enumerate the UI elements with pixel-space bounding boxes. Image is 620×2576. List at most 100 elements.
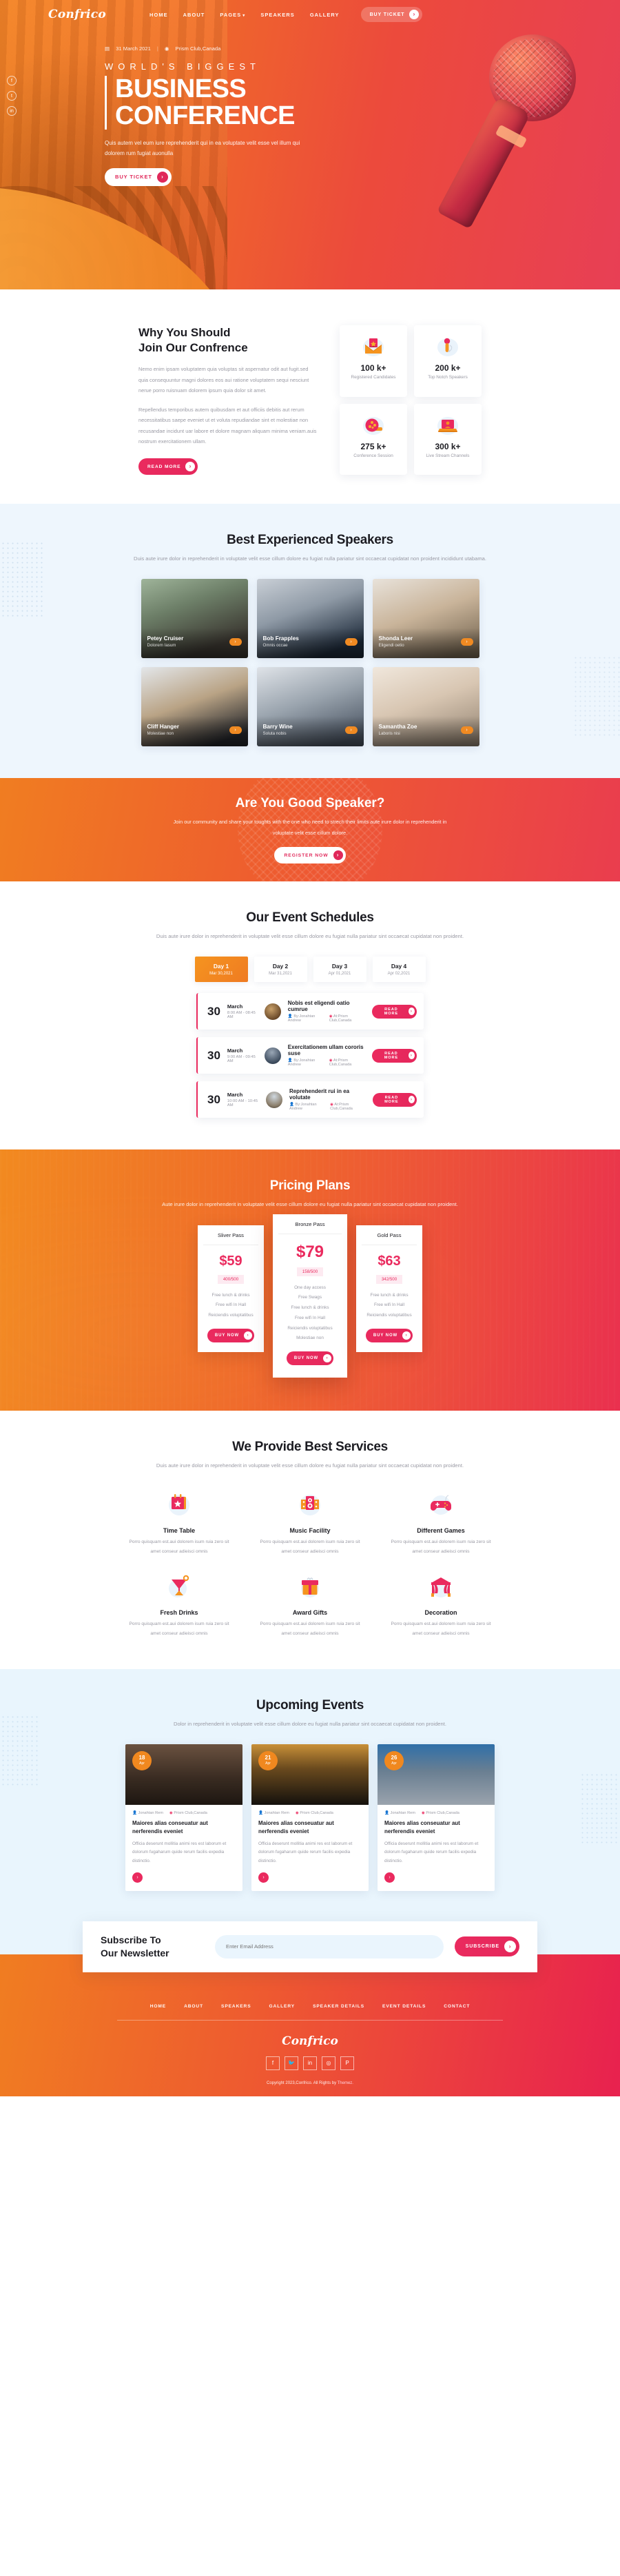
speaker-role: Omnis occae [262, 643, 288, 648]
schedule-session-title: Nobis est eligendi oatio cumrue [287, 1000, 350, 1013]
twitter-icon[interactable]: t [7, 91, 17, 101]
nav-item-pages[interactable]: PAGES ▾ [220, 12, 245, 18]
tab-day-4[interactable]: Day 4 Apr 02,2021 [372, 957, 426, 983]
chevron-right-icon[interactable]: › [460, 637, 473, 646]
hero-title-wrap: BUSINESS CONFERENCE [105, 76, 324, 130]
event-author: Jonahtan Rem [264, 1810, 289, 1815]
subscribe-button[interactable]: SUBSCRIBE › [454, 1936, 519, 1957]
event-text: Officia deserunt mollitia animi res est … [258, 1841, 353, 1864]
speaker-card[interactable]: Bob Frapples Omnis occae › [256, 579, 364, 659]
plan-name: Bronze Pass [278, 1221, 342, 1234]
nav-item-home[interactable]: HOME [149, 12, 168, 18]
tab-day-1[interactable]: Day 1 Mar 30,2021 [194, 957, 248, 983]
footer-logo[interactable]: Confrico [0, 2034, 620, 2048]
linkedin-icon[interactable]: in [303, 2056, 317, 2070]
service-title: Award Gifts [292, 1608, 328, 1616]
chevron-down-icon: ▾ [242, 13, 246, 18]
schedule-read-more-button[interactable]: READ MORE › [372, 1004, 417, 1019]
nav-buy-ticket-button[interactable]: BUY TICKET › [360, 7, 423, 22]
speaker-card[interactable]: Samantha Zoe Laboris nisi › [372, 667, 479, 747]
buy-now-label: BUY NOW [214, 1333, 240, 1338]
chevron-right-icon[interactable]: › [229, 637, 242, 646]
why-text-column: Why You Should Join Our Confrence Nemo e… [138, 325, 319, 476]
footer-nav-about[interactable]: ABOUT [184, 2004, 203, 2009]
chevron-right-icon: › [408, 1008, 415, 1016]
speaker-name: Shonda Leer [378, 635, 413, 642]
speaker-card[interactable]: Petey Cruiser Dolorem Iasum › [141, 579, 248, 659]
hero-section: Confrico HOME ABOUT PAGES ▾ SPEAKERS GALL… [0, 0, 620, 289]
hero-buy-ticket-button[interactable]: BUY TICKET › [105, 167, 172, 186]
hero-buy-ticket-label: BUY TICKET [115, 174, 152, 181]
plan-seats: 158/500 [296, 1267, 324, 1276]
chevron-right-icon[interactable]: › [258, 1872, 269, 1883]
register-now-button[interactable]: REGISTER NOW › [274, 847, 346, 864]
newsletter-title-line2: Our Newsletter [101, 1947, 169, 1959]
instagram-icon[interactable]: ◎ [322, 2056, 335, 2070]
event-thumbnail: 18 Apr [125, 1744, 242, 1805]
instagram-icon[interactable]: in [7, 106, 17, 116]
footer-nav-home[interactable]: HOME [150, 2004, 166, 2009]
nav-item-about[interactable]: ABOUT [183, 12, 205, 18]
schedule-row: 30 March 8:00 AM - 08:45 AM Nobis est el… [196, 993, 424, 1030]
hero-description: Quis autem vel eum iure reprehenderit qu… [105, 139, 300, 156]
hero-title-line1: BUSINESS [115, 74, 247, 103]
speaker-card[interactable]: Cliff Hanger Molestiae non › [141, 667, 248, 747]
footer-nav-event-details[interactable]: EVENT DETAILS [382, 2004, 426, 2009]
chevron-right-icon[interactable]: › [384, 1872, 395, 1883]
schedule-day-number: 30 [207, 1092, 220, 1106]
why-title: Why You Should Join Our Confrence [138, 325, 319, 356]
events-title: Upcoming Events [256, 1697, 364, 1713]
twitter-icon[interactable]: 🐦 [285, 2056, 298, 2070]
schedule-read-more-button[interactable]: READ MORE › [372, 1048, 417, 1063]
footer-nav-gallery[interactable]: GALLERY [269, 2004, 296, 2009]
schedule-info: Exercitationem ullam cororis suse 👤 By:J… [288, 1044, 365, 1067]
buy-now-label: BUY NOW [293, 1356, 319, 1360]
chevron-right-icon: › [156, 171, 168, 183]
chevron-right-icon: › [504, 1941, 516, 1953]
event-body: 👤 Jonahtan Rem ◉ Prism Club,Canada Maior… [378, 1805, 495, 1891]
why-read-more-button[interactable]: READ MORE › [138, 458, 198, 476]
laptop-stream-icon [418, 413, 477, 437]
top-navigation-bar: Confrico HOME ABOUT PAGES ▾ SPEAKERS GALL… [0, 0, 620, 29]
facebook-icon[interactable]: f [266, 2056, 280, 2070]
footer-nav-contact[interactable]: CONTACT [444, 2004, 470, 2009]
event-card[interactable]: 21 Apr 👤 Jonahtan Rem ◉ Prism Club,Canad… [251, 1744, 369, 1891]
upcoming-events-section: Upcoming Events Dolor in reprehenderit i… [0, 1668, 620, 1927]
schedule-date-block: March 8:00 AM - 08:45 AM [227, 1003, 258, 1019]
footer-nav-speakers[interactable]: SPEAKERS [221, 2004, 251, 2009]
brand-logo[interactable]: Confrico [48, 8, 106, 21]
speaker-name: Petey Cruiser [147, 635, 184, 642]
facebook-icon[interactable]: f [7, 76, 17, 85]
pinterest-icon[interactable]: P [340, 2056, 354, 2070]
chevron-right-icon[interactable]: › [229, 726, 242, 734]
speaker-overlay: Petey Cruiser Dolorem Iasum › [141, 628, 248, 659]
user-icon: 👤 [258, 1810, 263, 1815]
why-paragraph-2: Repellendus temporibus autem quibusdam e… [138, 406, 317, 445]
event-card[interactable]: 26 Apr 👤 Jonahtan Rem ◉ Prism Club,Canad… [378, 1744, 495, 1891]
nav-item-speakers[interactable]: SPEAKERS [260, 12, 294, 18]
event-card[interactable]: 18 Apr 👤 Jonahtan Rem ◉ Prism Club,Canad… [125, 1744, 242, 1891]
schedule-read-more-button[interactable]: READ MORE › [372, 1092, 417, 1107]
speaker-card[interactable]: Barry Wine Soluta nobis › [256, 667, 364, 747]
chevron-right-icon: › [185, 462, 196, 472]
event-author: Jonahtan Rem [138, 1810, 163, 1815]
footer-nav-speaker-details[interactable]: SPEAKER DETAILS [313, 2004, 364, 2009]
chevron-right-icon[interactable]: › [344, 726, 358, 734]
speaker-card[interactable]: Shonda Leer Eligendi oetio › [372, 579, 479, 659]
chevron-right-icon[interactable]: › [132, 1872, 143, 1883]
event-title: Maiores alias conseuatur aut nerferendis… [258, 1819, 334, 1835]
buy-now-button[interactable]: BUY NOW › [207, 1328, 255, 1342]
chevron-right-icon[interactable]: › [344, 637, 358, 646]
buy-now-button[interactable]: BUY NOW › [286, 1351, 334, 1365]
tab-day-2[interactable]: Day 2 Mar 31,2021 [254, 957, 307, 983]
calendar-star-icon [127, 1486, 231, 1523]
newsletter-email-input[interactable] [215, 1934, 444, 1959]
stat-number: 200 k+ [435, 363, 461, 373]
buy-now-button[interactable]: BUY NOW › [365, 1328, 413, 1342]
copyright-link[interactable]: Themez. [338, 2081, 353, 2085]
read-more-label: READ MORE [384, 1095, 399, 1104]
chevron-right-icon[interactable]: › [460, 726, 473, 734]
event-title: Maiores alias conseuatur aut nerferendis… [132, 1819, 208, 1835]
nav-item-gallery[interactable]: GALLERY [310, 12, 340, 18]
tab-day-3[interactable]: Day 3 Apr 01,2021 [313, 957, 366, 983]
